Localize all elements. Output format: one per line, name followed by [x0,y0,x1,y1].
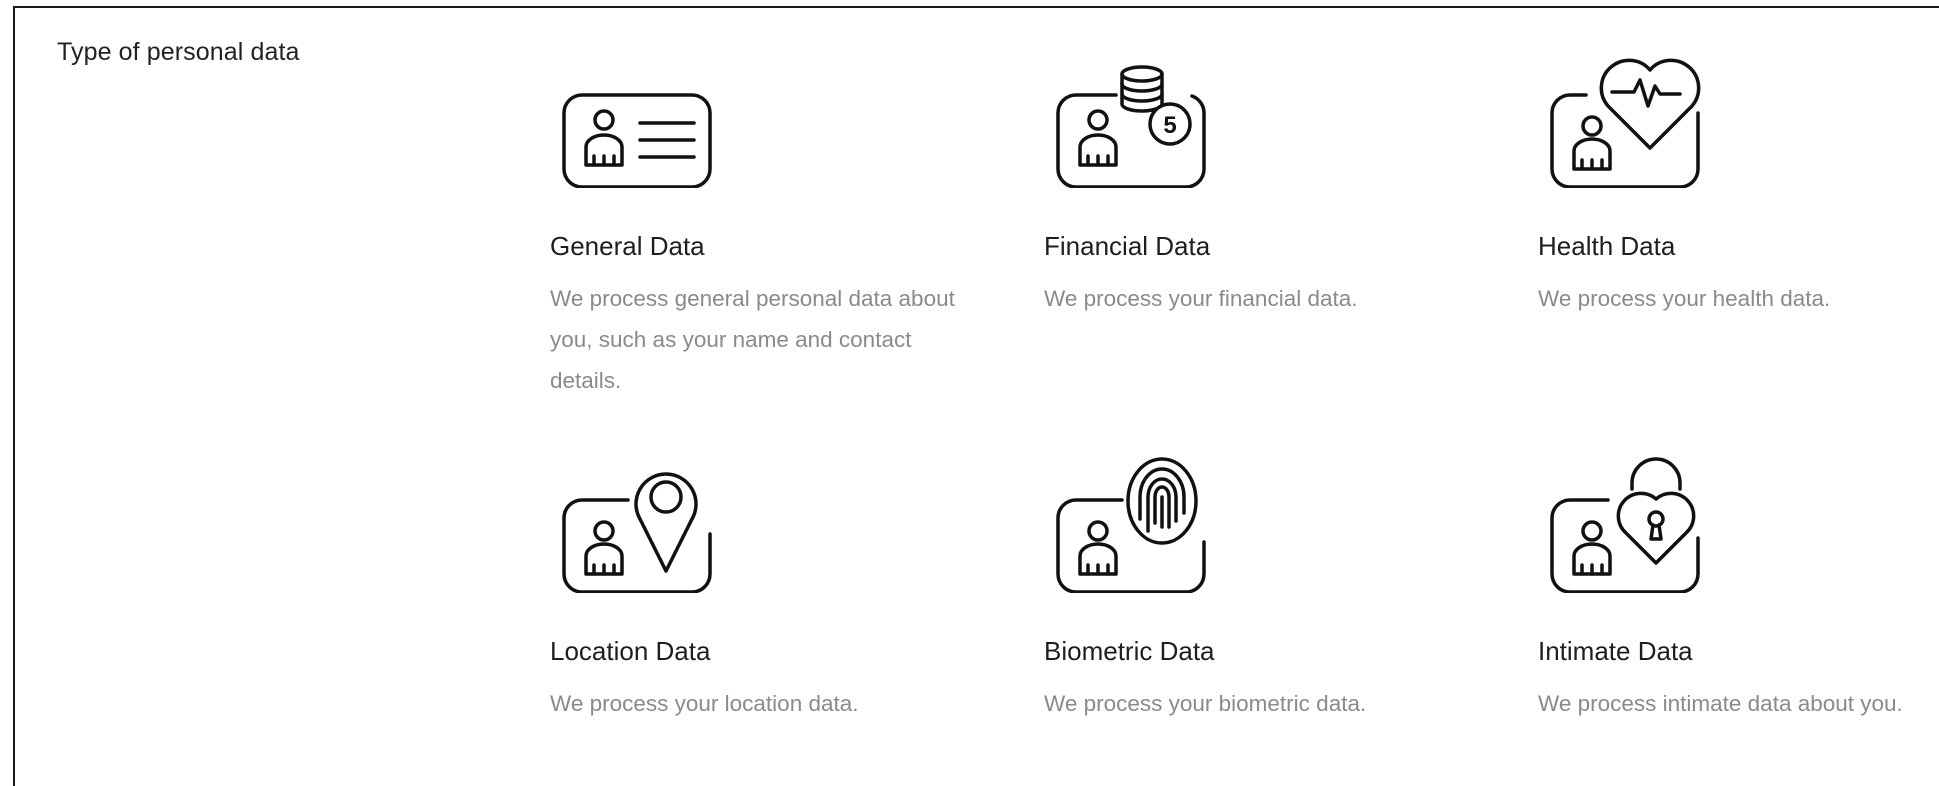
heart-card-icon [1546,48,1706,188]
category-title: Financial Data [1044,231,1211,261]
category-title: Location Data [550,636,711,666]
svg-text:5: 5 [1163,112,1176,139]
category-title: Intimate Data [1538,636,1693,666]
fingerprint-card-icon [1052,453,1212,593]
section-label: Type of personal data [57,38,300,66]
category-title: Health Data [1538,231,1676,261]
location-pin-card-icon [558,453,718,593]
heart-lock-card-icon [1546,453,1706,593]
id-card-icon [558,48,718,188]
category-description: We process your biometric data. [1044,691,1367,716]
category-title: Biometric Data [1044,636,1215,666]
category-title: General Data [550,231,705,261]
category-description: We process your financial data. [1044,286,1358,311]
coins-card-icon: 5 [1052,48,1212,188]
category-description: We process general personal data about y… [550,286,955,393]
category-description: We process your location data. [550,691,859,716]
category-description: We process your health data. [1538,286,1831,311]
category-description: We process intimate data about you. [1538,691,1903,716]
